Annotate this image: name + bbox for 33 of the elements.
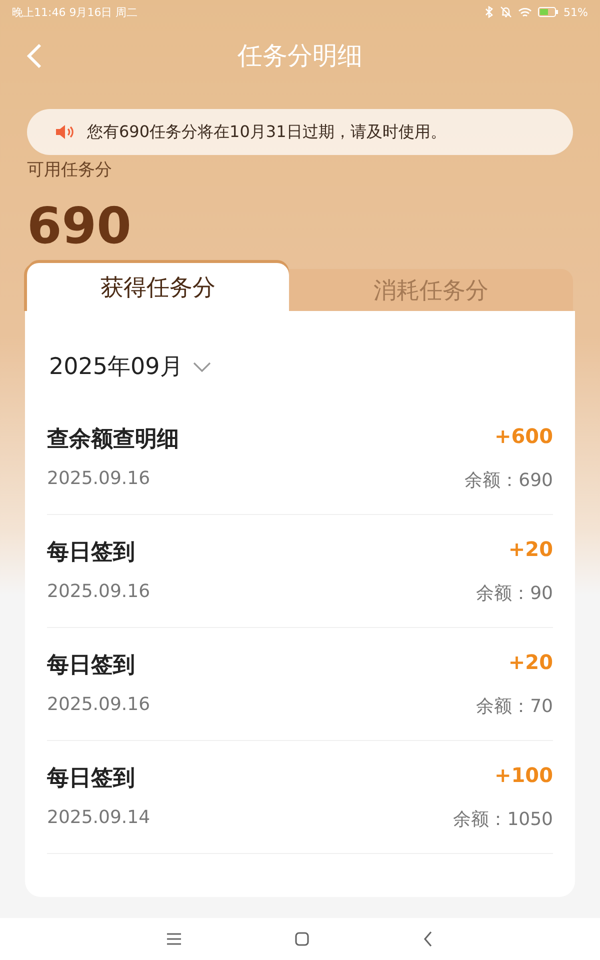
record-title: 每日签到 [47,765,136,793]
record-balance: 余额：1050 [453,808,553,831]
page-title: 任务分明细 [238,40,362,72]
tab[interactable]: 获得任务分 [27,263,289,311]
record-date: 2025.09.14 [47,807,152,830]
record-balance: 余额：90 [476,582,553,605]
home-icon[interactable] [295,932,309,946]
month-selector[interactable]: 2025年09月 [49,351,211,382]
back-icon[interactable] [423,931,433,947]
battery-icon [538,7,558,17]
bell-off-icon [500,6,512,18]
record-balance: 余额：70 [476,695,553,718]
chevron-down-icon [192,362,211,372]
record-points: +100 [494,763,553,789]
record-points: +20 [508,537,553,563]
record-points: +600 [494,424,553,450]
record-points: +20 [508,650,553,676]
notice-text: 您有690任务分将在10月31日过期，请及时使用。 [87,122,446,142]
record-title: 查余额查明细 [47,426,180,454]
battery-percentage: 51% [564,6,588,18]
record-title: 每日签到 [47,539,136,567]
balance-label: 可用任务分 [27,159,112,181]
balance-amount: 690 [27,197,132,255]
record-date: 2025.09.16 [47,694,152,717]
bluetooth-icon [484,6,494,18]
menu-icon[interactable] [167,933,181,945]
status-time: 晚上11:46 9月16日 周二 [12,4,138,20]
record-balance: 余额：690 [464,469,553,492]
speaker-icon [55,124,75,140]
wifi-icon [518,6,532,18]
record-date: 2025.09.16 [47,468,152,491]
record-date: 2025.09.16 [47,581,152,604]
record-title: 每日签到 [47,652,136,680]
